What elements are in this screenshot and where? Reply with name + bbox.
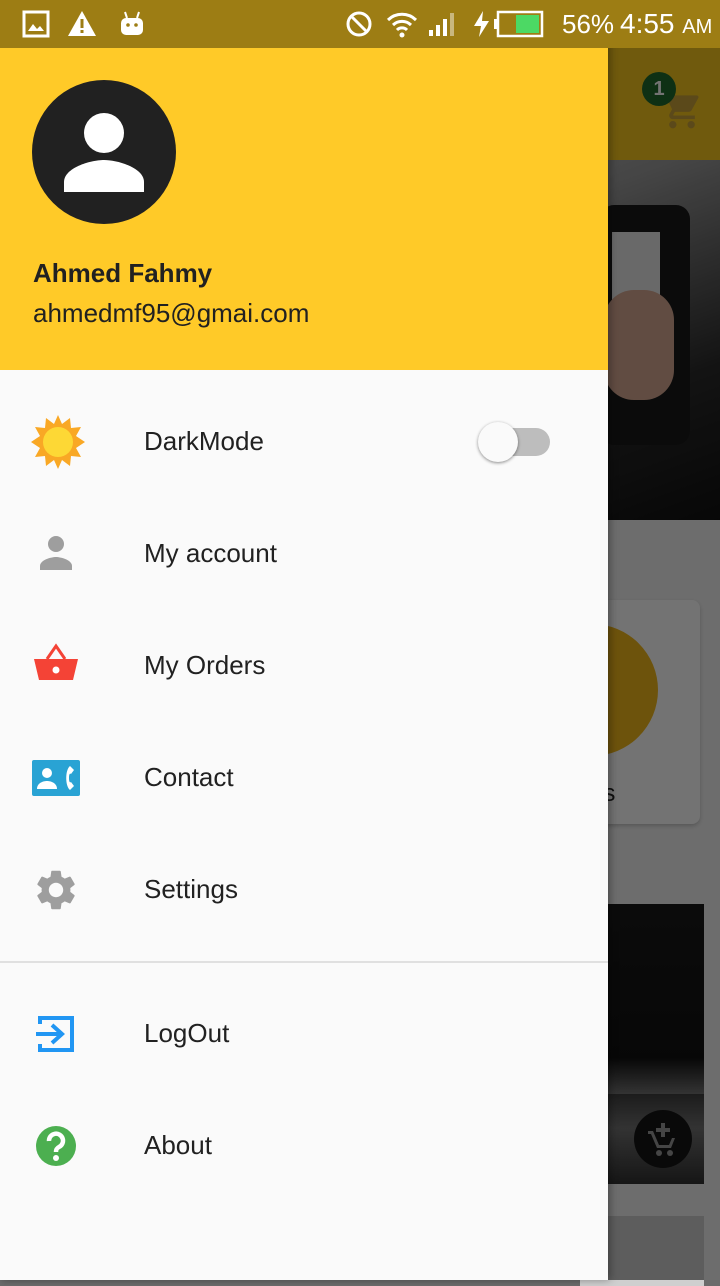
menu-item-about[interactable]: About: [0, 1090, 608, 1202]
menu-item-my-account[interactable]: My account: [0, 498, 608, 610]
signal-icon: [429, 13, 454, 36]
menu-label-settings: Settings: [144, 874, 238, 904]
logout-icon: [36, 1016, 74, 1052]
menu-label-contact: Contact: [144, 762, 234, 792]
help-icon: [36, 1126, 76, 1166]
menu-item-contact[interactable]: Contact: [0, 722, 608, 834]
menu-label-logout: LogOut: [144, 1018, 230, 1048]
do-not-disturb-icon: [346, 11, 372, 37]
wifi-icon: [386, 12, 418, 38]
menu-label-darkmode: DarkMode: [144, 426, 264, 456]
battery-percent: 56%: [562, 9, 615, 39]
toggle-thumb[interactable]: [478, 422, 518, 462]
clock: 4:55 AM: [620, 8, 712, 40]
avatar[interactable]: [32, 80, 176, 224]
android-icon: [121, 11, 143, 35]
menu-label-my-account: My account: [144, 538, 277, 568]
sun-icon: [31, 415, 85, 469]
menu-divider: [0, 961, 608, 963]
basket-icon: [34, 643, 78, 680]
menu-item-logout[interactable]: LogOut: [0, 978, 608, 1090]
menu-item-my-orders[interactable]: My Orders: [0, 610, 608, 722]
menu-label-about: About: [144, 1130, 212, 1160]
menu-item-darkmode[interactable]: DarkMode: [0, 386, 608, 498]
person-icon: [40, 536, 72, 570]
gear-icon: [37, 870, 75, 910]
battery-icon: [494, 10, 544, 38]
clock-ampm: AM: [682, 16, 713, 38]
user-name: Ahmed Fahmy: [33, 258, 213, 288]
person-avatar-icon: [64, 113, 144, 192]
menu-label-my-orders: My Orders: [144, 650, 266, 680]
contact-icon: [32, 760, 80, 796]
status-bar: 56% 4:55 AM: [0, 0, 720, 48]
warning-icon: [68, 11, 96, 36]
navigation-drawer: Ahmed Fahmy ahmedmf95@gmai.com DarkMode …: [0, 0, 608, 1280]
gallery-icon: [22, 10, 50, 38]
user-email: ahmedmf95@gmai.com: [33, 298, 310, 328]
darkmode-toggle[interactable]: [476, 420, 552, 464]
clock-time: 4:55: [620, 8, 675, 39]
menu-item-settings[interactable]: Settings: [0, 834, 608, 946]
drawer-header: Ahmed Fahmy ahmedmf95@gmai.com: [0, 48, 608, 370]
